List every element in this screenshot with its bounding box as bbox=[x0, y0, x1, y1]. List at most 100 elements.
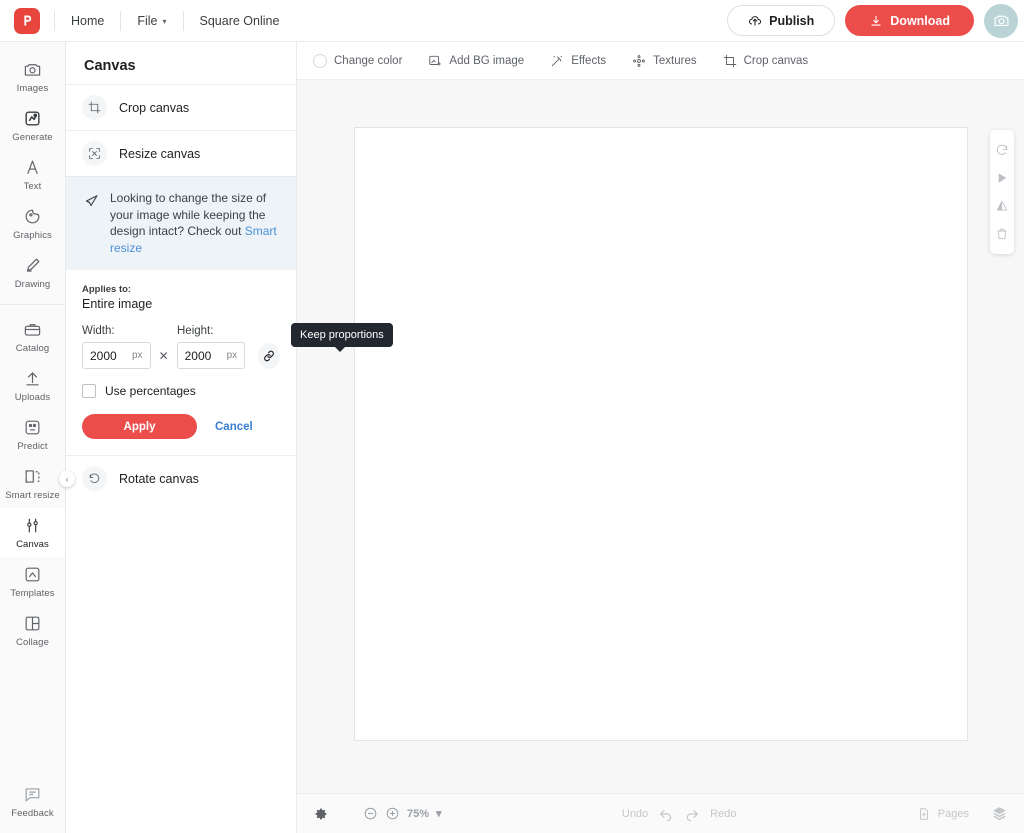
add-bg-image-button[interactable]: Add BG image bbox=[428, 54, 524, 68]
height-field[interactable]: px bbox=[176, 342, 246, 369]
pages-button[interactable]: Pages bbox=[917, 807, 969, 821]
divider bbox=[54, 10, 55, 31]
chevron-left-icon: ‹ bbox=[65, 474, 69, 484]
sidebar-item-images[interactable]: Images bbox=[0, 52, 65, 101]
gear-icon[interactable] bbox=[313, 806, 329, 822]
zoom-level-value[interactable]: 75% bbox=[407, 808, 429, 820]
redo-arrow-icon[interactable] bbox=[684, 806, 700, 822]
sidebar-item-uploads[interactable]: Uploads bbox=[0, 361, 65, 410]
page-title: Canvas bbox=[84, 58, 136, 74]
sidebar-item-catalog[interactable]: Catalog bbox=[0, 312, 65, 361]
nav-project-name[interactable]: Square Online bbox=[186, 8, 294, 34]
textures-icon bbox=[632, 54, 646, 68]
sidebar-item-label: Text bbox=[23, 181, 42, 192]
bottom-bar-left: 75% ▾ bbox=[313, 806, 442, 822]
sidebar-item-graphics[interactable]: Graphics bbox=[0, 199, 65, 248]
height-input[interactable] bbox=[184, 348, 227, 363]
app-body: Images Generate Text Graphics Drawing Ca… bbox=[0, 42, 1024, 833]
crop-canvas-row[interactable]: Crop canvas bbox=[66, 84, 296, 130]
redo-label: Redo bbox=[710, 807, 737, 820]
download-icon bbox=[869, 14, 883, 28]
sidebar-item-generate[interactable]: Generate bbox=[0, 101, 65, 150]
notice-text: Looking to change the size of your image… bbox=[110, 191, 267, 238]
rotate-canvas-row[interactable]: Rotate canvas bbox=[66, 455, 296, 501]
undo-label: Undo bbox=[621, 807, 649, 820]
zoom-in-icon[interactable] bbox=[385, 806, 400, 821]
resize-canvas-row[interactable]: Resize canvas bbox=[66, 130, 296, 176]
width-field[interactable]: px bbox=[82, 342, 151, 369]
width-label: Width: bbox=[82, 325, 115, 337]
nav-file[interactable]: File ▾ bbox=[123, 8, 180, 34]
notice-text-block: Looking to change the size of your image… bbox=[110, 190, 280, 256]
pencil-draw-icon bbox=[23, 256, 42, 275]
undo-arrow-icon[interactable] bbox=[658, 806, 674, 822]
crop-icon bbox=[82, 95, 107, 120]
height-unit: px bbox=[226, 350, 238, 361]
layers-icon[interactable] bbox=[991, 805, 1008, 822]
sidebar-item-label: Collage bbox=[16, 637, 49, 648]
feedback-chat-icon bbox=[23, 785, 42, 804]
flip-vertical-icon[interactable] bbox=[990, 192, 1014, 220]
chain-link-icon[interactable] bbox=[258, 342, 280, 369]
panel-actions: Apply Cancel bbox=[66, 398, 296, 455]
rail-spacer bbox=[0, 655, 65, 777]
megaphone-icon bbox=[82, 190, 100, 256]
textures-button[interactable]: Textures bbox=[632, 54, 697, 68]
panel-collapse-button[interactable]: ‹ bbox=[59, 471, 75, 487]
ai-generate-icon bbox=[23, 109, 42, 128]
undo-rotate-icon[interactable] bbox=[990, 136, 1014, 164]
project-title: Square Online bbox=[199, 13, 280, 28]
canvas-artboard[interactable] bbox=[353, 126, 968, 741]
zoom-out-icon[interactable] bbox=[363, 806, 378, 821]
picsart-logo-icon[interactable] bbox=[14, 7, 40, 34]
publish-cloud-icon bbox=[748, 14, 762, 28]
pages-label: Pages bbox=[937, 807, 969, 820]
publish-button[interactable]: Publish bbox=[727, 5, 836, 36]
use-percentages-checkbox[interactable] bbox=[82, 384, 96, 398]
divider bbox=[120, 10, 122, 31]
sidebar-item-predict[interactable]: Predict bbox=[0, 410, 65, 459]
sidebar-item-drawing[interactable]: Drawing bbox=[0, 248, 65, 297]
sidebar-item-label: Drawing bbox=[14, 279, 51, 290]
sidebar-item-label: Images bbox=[16, 83, 49, 94]
applies-to-value: Entire image bbox=[82, 297, 153, 311]
sidebar-item-label: Predict bbox=[17, 441, 48, 452]
left-rail: Images Generate Text Graphics Drawing Ca… bbox=[0, 42, 66, 833]
applies-to-block: Applies to: Entire image bbox=[66, 270, 296, 315]
canvas-stage[interactable] bbox=[297, 80, 1024, 793]
sidebar-item-canvas[interactable]: Canvas bbox=[0, 508, 65, 557]
effects-sparkle-icon bbox=[550, 54, 564, 68]
app-root: Home File ▾ Square Online Publish Downlo… bbox=[0, 0, 1024, 833]
sidebar-item-text[interactable]: Text bbox=[0, 150, 65, 199]
trash-delete-icon[interactable] bbox=[990, 220, 1014, 248]
flip-horizontal-icon[interactable] bbox=[990, 164, 1014, 192]
crop-canvas-label: Crop canvas bbox=[119, 100, 190, 115]
textures-label: Textures bbox=[653, 54, 697, 67]
nav-file-label: File bbox=[137, 13, 158, 28]
camera-icon[interactable] bbox=[984, 3, 1018, 38]
nav-home[interactable]: Home bbox=[57, 8, 118, 34]
download-button[interactable]: Download bbox=[845, 5, 974, 36]
multiply-symbol: ✕ bbox=[158, 348, 169, 363]
cancel-button[interactable]: Cancel bbox=[215, 421, 253, 433]
change-color-button[interactable]: Change color bbox=[313, 53, 402, 68]
sidebar-item-label: Catalog bbox=[15, 343, 50, 354]
sidebar-item-label: Graphics bbox=[13, 230, 52, 241]
use-percentages-row[interactable]: Use percentages bbox=[66, 369, 296, 398]
sidebar-item-feedback[interactable]: Feedback bbox=[0, 777, 65, 833]
sidebar-item-collage[interactable]: Collage bbox=[0, 606, 65, 655]
add-page-icon bbox=[917, 807, 931, 821]
add-image-icon bbox=[428, 54, 442, 68]
text-a-icon bbox=[23, 158, 42, 177]
width-input[interactable] bbox=[90, 348, 132, 363]
resize-icon bbox=[82, 141, 107, 166]
effects-button[interactable]: Effects bbox=[550, 54, 606, 68]
crop-canvas-button[interactable]: Crop canvas bbox=[723, 54, 808, 68]
top-bar: Home File ▾ Square Online Publish Downlo… bbox=[0, 0, 1024, 42]
chevron-down-icon[interactable]: ▾ bbox=[436, 807, 442, 820]
apply-button[interactable]: Apply bbox=[82, 414, 197, 439]
bottom-bar-right: Pages bbox=[917, 805, 1008, 822]
sidebar-item-smart-resize[interactable]: Smart resize bbox=[0, 459, 65, 508]
color-circle-icon bbox=[313, 53, 327, 68]
sidebar-item-templates[interactable]: Templates bbox=[0, 557, 65, 606]
